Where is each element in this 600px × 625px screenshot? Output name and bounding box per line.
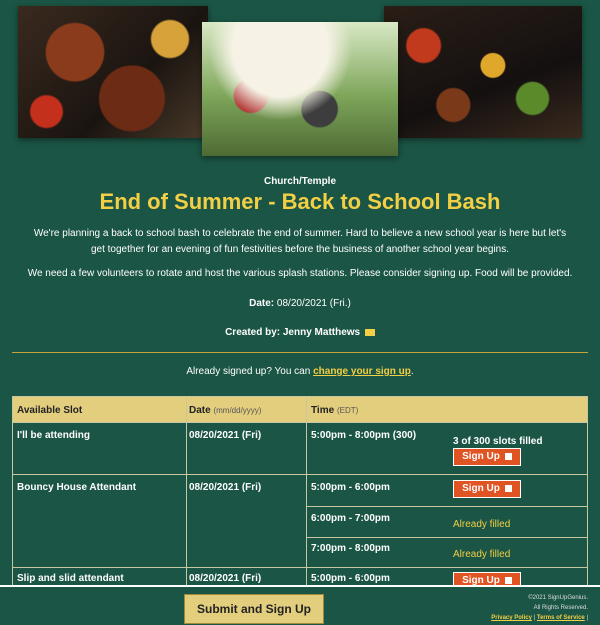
privacy-policy-link[interactable]: Privacy Policy: [491, 615, 532, 621]
slot-name: Slip and slid attendant: [17, 573, 124, 584]
header-slot: Available Slot: [17, 405, 83, 416]
email-icon[interactable]: [364, 328, 375, 336]
event-date: Date: 08/20/2021 (Fri.): [0, 298, 600, 309]
header-time: Time (EDT): [311, 405, 359, 416]
slot-name: I'll be attending: [17, 430, 90, 441]
row-separator: [307, 506, 587, 507]
slot-time: 6:00pm - 7:00pm: [311, 513, 390, 524]
volunteer-note: We need a few volunteers to rotate and h…: [27, 268, 573, 279]
change-signup-link[interactable]: change your sign up: [313, 366, 411, 377]
slot-date: 08/20/2021 (Fri): [189, 573, 262, 584]
checkbox-icon: [504, 452, 512, 460]
signup-table: Available Slot Date (mm/dd/yyyy) Time (E…: [12, 396, 588, 590]
slot-time: 5:00pm - 6:00pm: [311, 573, 390, 584]
table-row: Bouncy House Attendant 08/20/2021 (Fri) …: [13, 474, 587, 567]
section-divider: [12, 352, 588, 353]
filled-status: Already filled: [453, 549, 511, 560]
slot-name: Bouncy House Attendant: [17, 482, 137, 493]
slots-filled-status: 3 of 300 slots filled: [453, 436, 543, 447]
checkbox-icon: [504, 484, 512, 492]
checkbox-icon: [504, 576, 512, 584]
date-label: Date:: [249, 298, 275, 309]
grilled-food-photo: [18, 6, 208, 138]
sign-up-button[interactable]: Sign Up: [453, 448, 521, 466]
legal-links: Privacy Policy | Terms of Service |: [491, 613, 588, 623]
signup-notice: Already signed up? You can change your s…: [0, 366, 600, 377]
sign-up-button[interactable]: Sign Up: [453, 480, 521, 498]
row-separator: [307, 537, 587, 538]
copyright-text: ©2021 SignUpGenius.: [528, 595, 588, 601]
footer-bar: Submit and Sign Up ©2021 SignUpGenius. A…: [0, 585, 600, 625]
table-header: Available Slot Date (mm/dd/yyyy) Time (E…: [13, 397, 587, 422]
kebab-skewers-photo: [384, 6, 582, 138]
rights-text: All Rights Reserved.: [533, 605, 588, 611]
date-value: 08/20/2021 (Fri.): [276, 298, 351, 309]
slot-time: 5:00pm - 8:00pm (300): [311, 430, 417, 441]
submit-signup-button[interactable]: Submit and Sign Up: [184, 594, 324, 624]
people-grilling-photo: [202, 22, 398, 156]
terms-of-service-link[interactable]: Terms of Service: [537, 615, 585, 621]
page-title: End of Summer - Back to School Bash: [99, 189, 501, 214]
created-by-label: Created by:: [225, 327, 281, 338]
creator-name: Jenny Matthews: [282, 327, 361, 338]
signup-notice-text: Already signed up? You can: [186, 366, 311, 377]
slot-date: 08/20/2021 (Fri): [189, 430, 262, 441]
header-date: Date (mm/dd/yyyy): [189, 405, 262, 416]
table-row: I'll be attending 08/20/2021 (Fri) 5:00p…: [13, 422, 587, 474]
filled-status: Already filled: [453, 519, 511, 530]
copyright: ©2021 SignUpGenius. All Rights Reserved.…: [491, 593, 588, 623]
event-description: We're planning a back to school bash to …: [33, 228, 567, 255]
link-separator: |: [533, 615, 536, 621]
slot-time: 5:00pm - 6:00pm: [311, 482, 390, 493]
signup-notice-period: .: [410, 366, 414, 377]
header-photo-collage: [0, 0, 600, 165]
link-separator: |: [586, 615, 588, 621]
slot-time: 7:00pm - 8:00pm: [311, 543, 390, 554]
event-creator: Created by: Jenny Matthews: [0, 327, 600, 338]
slot-date: 08/20/2021 (Fri): [189, 482, 262, 493]
event-category: Church/Temple: [263, 176, 337, 187]
